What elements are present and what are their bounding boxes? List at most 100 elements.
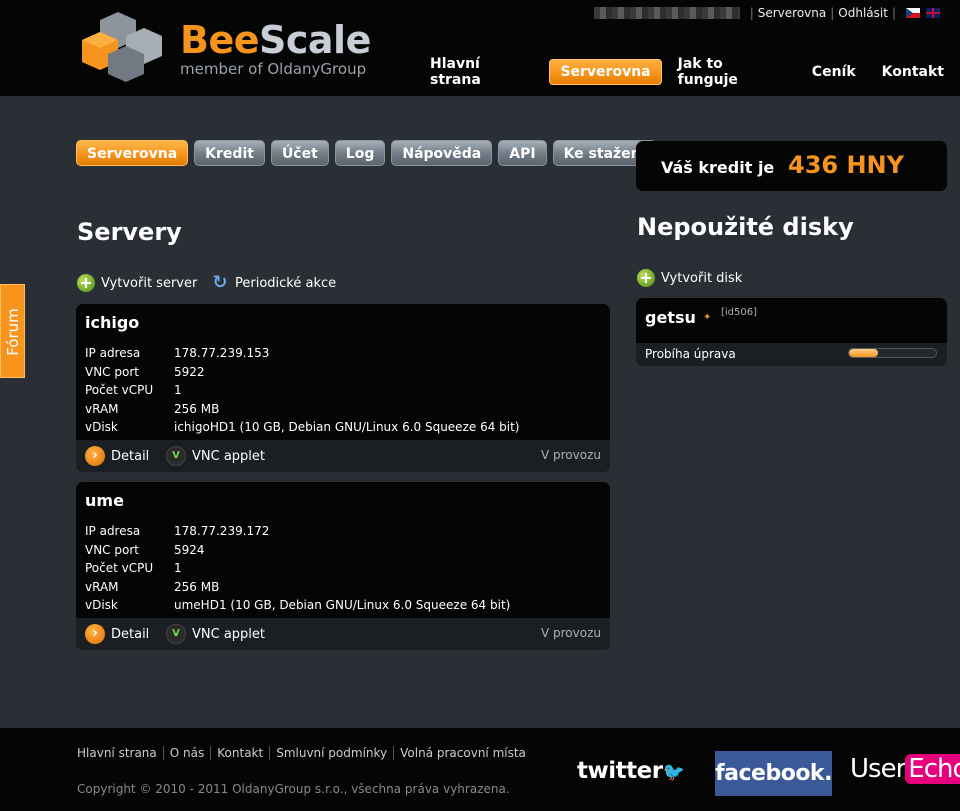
sub-tabs: Serverovna Kredit Účet Log Nápověda API … [76,140,662,166]
vnc-icon: V [166,624,186,644]
prop-value: 5924 [174,542,205,557]
credit-value: 436 HNY [788,151,905,179]
plus-icon [77,274,95,292]
copyright: Copyright © 2010 - 2011 OldanyGroup s.r.… [77,782,510,796]
server-status: V provozu [541,448,601,462]
server-status: V provozu [541,626,601,640]
periodic-actions-button[interactable]: ↻ Periodické akce [211,274,336,292]
userecho-echo: Echo [905,754,960,784]
tab-serverovna[interactable]: Serverovna [76,140,189,166]
unused-disks-heading: Nepoužité disky [637,213,854,241]
footer-link-smluvni-podminky[interactable]: Smluvní podmínky [269,746,393,760]
server-properties: IP adresa 178.77.239.172 VNC port 5924 Poč… [85,522,510,615]
nav-jak-to-funguje[interactable]: Jak to funguje [668,52,796,92]
detail-button[interactable]: › Detail [85,624,149,644]
vnc-label: VNC applet [192,626,266,642]
servers-heading: Servery [77,218,182,246]
create-disk-label: Vytvořit disk [661,270,743,286]
tab-kredit[interactable]: Kredit [194,140,265,166]
credit-box: Váš kredit je 436 HNY [636,141,947,191]
server-card-footer: › Detail V VNC applet V provozu [76,618,610,650]
prop-value: ichigoHD1 (10 GB, Debian GNU/Linux 6.0 S… [174,420,520,434]
nav-cenik[interactable]: Ceník [802,60,866,84]
prop-label: VNC port [85,542,139,557]
prop-value: umeHD1 (10 GB, Debian GNU/Linux 6.0 Sque… [174,598,511,612]
footer-links: Hlavní strana O nás Kontakt Smluvní podm… [77,746,532,760]
footer-link-hlavni-strana[interactable]: Hlavní strana [77,746,163,760]
detail-label: Detail [111,626,150,642]
detail-button[interactable]: › Detail [85,446,149,466]
nav-serverovna[interactable]: Serverovna [549,59,662,85]
prop-value: 1 [174,383,182,397]
logo-scale-text: Scale [259,18,371,62]
vnc-label: VNC applet [192,448,266,464]
forum-side-tab[interactable]: Fórum [0,284,25,378]
server-name: ichigo [85,313,140,332]
footer-link-volna-mista[interactable]: Volná pracovní místa [393,746,532,760]
disk-progress-bar [848,348,937,358]
czech-flag-icon[interactable] [906,8,920,18]
logo-bee-text: Bee [180,18,260,62]
vnc-applet-button[interactable]: V VNC applet [166,624,265,644]
footer-link-o-nas[interactable]: O nás [162,746,210,760]
nav-kontakt[interactable]: Kontakt [872,60,954,84]
detail-arrow-icon: › [85,446,105,466]
english-flag-icon[interactable] [926,8,940,18]
prop-label: VNC port [85,364,139,379]
periodic-actions-label: Periodické akce [235,275,337,291]
prop-value: 256 MB [174,579,220,594]
nav-hlavni-strana[interactable]: Hlavní strana [420,52,543,92]
prop-label: vRAM [85,579,119,594]
disk-progress-fill [849,349,878,357]
prop-label: vRAM [85,401,119,416]
detail-arrow-icon: › [85,624,105,644]
tab-ucet[interactable]: Účet [270,140,329,166]
top-links: | Serverovna | Odhlásit | [593,6,940,20]
tab-napoveda[interactable]: Nápověda [391,140,493,166]
server-card-footer: › Detail V VNC applet V provozu [76,440,610,472]
bee-icon: ✦ [703,312,712,323]
server-name: ume [85,491,124,510]
blurred-username [593,7,740,19]
facebook-link[interactable]: facebook. [715,751,832,796]
prop-label: vDisk [85,598,118,612]
tab-log[interactable]: Log [334,140,386,166]
disk-card-footer: Probíha úprava [636,343,947,366]
disk-name: getsu [645,308,696,327]
server-card-ume: ume IP adresa 178.77.239.172 VNC port 5924… [76,482,610,650]
twitter-label: twitter [577,758,663,784]
toplink-logout[interactable]: Odhlásit [838,6,888,20]
create-disk-button[interactable]: Vytvořit disk [637,269,742,287]
create-server-label: Vytvořit server [101,275,198,291]
facebook-label: facebook. [715,761,832,786]
tab-api[interactable]: API [498,140,547,166]
prop-value: 5922 [174,364,205,379]
prop-value: 1 [174,561,182,575]
footer: Hlavní strana O nás Kontakt Smluvní podm… [0,728,960,811]
beescale-logo[interactable]: BeeScale member of OldanyGroup [78,8,378,88]
create-server-button[interactable]: Vytvořit server [77,274,197,292]
prop-value: 256 MB [174,401,220,416]
twitter-bird-icon: 🐦 [662,762,685,783]
footer-link-kontakt[interactable]: Kontakt [210,746,269,760]
plus-icon [637,269,655,287]
disk-status: Probíha úprava [645,347,736,361]
prop-value: 178.77.239.153 [174,346,270,360]
vnc-applet-button[interactable]: V VNC applet [166,446,265,466]
twitter-link[interactable]: twitter🐦 [577,758,685,784]
server-properties: IP adresa 178.77.239.153 VNC port 5922 Poč… [85,344,520,437]
logo-hexagons-icon [82,12,162,82]
prop-value: 178.77.239.172 [174,524,270,538]
prop-label: Počet vCPU [85,561,154,575]
prop-label: IP adresa [85,346,141,360]
prop-label: vDisk [85,420,118,434]
disk-card-getsu: getsu ✦ [id506] Probíha úprava [636,298,947,366]
server-card-ichigo: ichigo IP adresa 178.77.239.153 VNC port 5… [76,304,610,472]
disk-id: [id506] [721,307,758,318]
forum-label: Fórum [4,308,22,356]
toplink-serverovna[interactable]: Serverovna [758,6,827,20]
userecho-link[interactable]: UserEcho [850,754,960,784]
logo-subtitle: member of OldanyGroup [180,60,367,78]
vnc-icon: V [166,446,186,466]
credit-label: Váš kredit je [661,158,775,177]
